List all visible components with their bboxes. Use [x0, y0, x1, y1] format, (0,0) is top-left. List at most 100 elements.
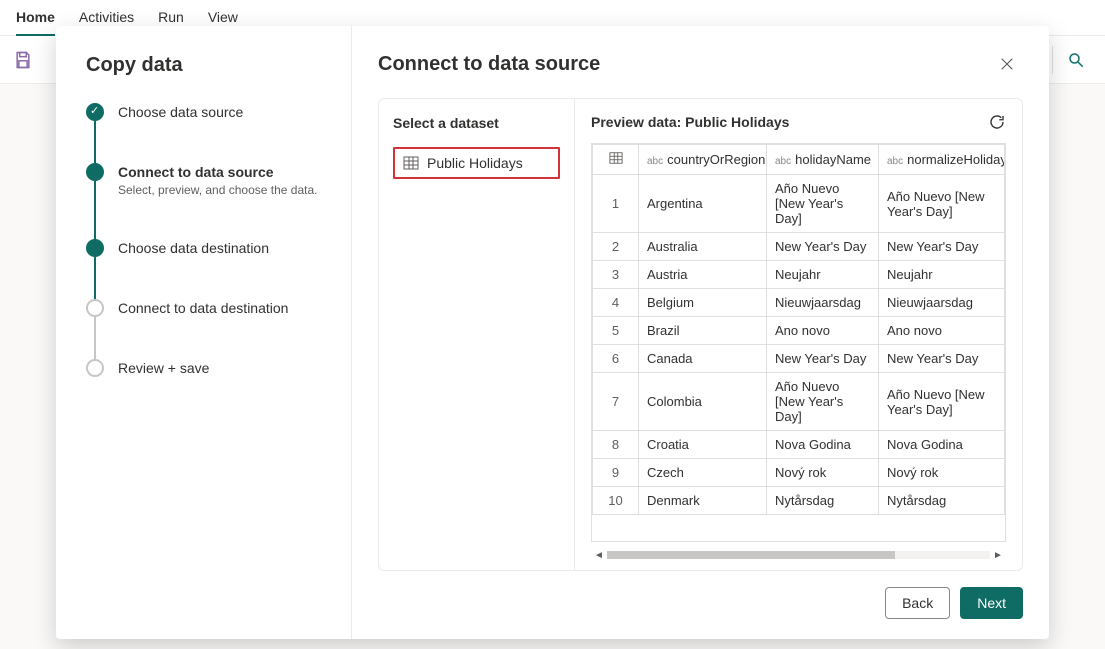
step-label: Review + save — [118, 359, 209, 377]
cell-normalizeHolidayName: Nieuwjaarsdag — [879, 289, 1005, 317]
column-header[interactable]: abc countryOrRegion — [639, 145, 767, 175]
table-row[interactable]: 2AustraliaNew Year's DayNew Year's Day — [593, 233, 1005, 261]
dataset-item-label: Public Holidays — [427, 155, 523, 171]
cell-countryOrRegion: Canada — [639, 345, 767, 373]
copy-data-modal: Copy data Choose data sourceConnect to d… — [56, 26, 1049, 639]
cell-holidayName: Nova Godina — [767, 431, 879, 459]
step-dot-icon — [86, 359, 104, 377]
table-icon — [609, 151, 623, 165]
step-label: Connect to data destination — [118, 299, 288, 317]
back-button[interactable]: Back — [885, 587, 950, 619]
column-header[interactable]: abc normalizeHolidayName — [879, 145, 1005, 175]
column-name: normalizeHolidayName — [907, 152, 1004, 167]
horizontal-scrollbar[interactable]: ◄ ► — [593, 548, 1004, 562]
preview-panel: Preview data: Public Holidays abc country… — [575, 99, 1022, 570]
cell-normalizeHolidayName: New Year's Day — [879, 233, 1005, 261]
dataset-card: Select a dataset Public Holidays Preview… — [378, 98, 1023, 571]
cell-holidayName: Nový rok — [767, 459, 879, 487]
wizard-step[interactable]: Connect to data source Select, preview, a… — [86, 163, 331, 239]
close-button[interactable] — [991, 48, 1023, 80]
cell-countryOrRegion: Austria — [639, 261, 767, 289]
cell-countryOrRegion: Croatia — [639, 431, 767, 459]
search-icon[interactable] — [1067, 51, 1085, 69]
table-row[interactable]: 7ColombiaAño Nuevo [New Year's Day]Año N… — [593, 373, 1005, 431]
wizard-step[interactable]: Review + save — [86, 359, 331, 377]
cell-holidayName: Neujahr — [767, 261, 879, 289]
row-number: 6 — [593, 345, 639, 373]
scroll-right-icon[interactable]: ► — [992, 548, 1004, 562]
cell-countryOrRegion: Belgium — [639, 289, 767, 317]
row-number: 4 — [593, 289, 639, 317]
cell-countryOrRegion: Brazil — [639, 317, 767, 345]
cell-normalizeHolidayName: Año Nuevo [New Year's Day] — [879, 373, 1005, 431]
wizard-step[interactable]: Choose data source — [86, 103, 331, 163]
cell-countryOrRegion: Colombia — [639, 373, 767, 431]
table-row[interactable]: 4BelgiumNieuwjaarsdagNieuwjaarsdag — [593, 289, 1005, 317]
cell-normalizeHolidayName: New Year's Day — [879, 345, 1005, 373]
wizard-step[interactable]: Connect to data destination — [86, 299, 331, 359]
step-dot-icon — [86, 103, 104, 121]
ribbon-tab-home[interactable]: Home — [16, 0, 55, 36]
wizard-step[interactable]: Choose data destination — [86, 239, 331, 299]
cell-holidayName: New Year's Day — [767, 345, 879, 373]
column-name: countryOrRegion — [667, 152, 765, 167]
table-row[interactable]: 3AustriaNeujahrNeujahr — [593, 261, 1005, 289]
cell-countryOrRegion: Czech — [639, 459, 767, 487]
row-number: 7 — [593, 373, 639, 431]
preview-title: Preview data: Public Holidays — [591, 114, 789, 130]
dataset-item[interactable]: Public Holidays — [393, 147, 560, 179]
toolbar-divider — [1052, 46, 1053, 74]
step-dot-icon — [86, 239, 104, 257]
save-icon[interactable] — [12, 49, 34, 71]
wizard-footer: Back Next — [378, 587, 1023, 619]
step-dot-icon — [86, 163, 104, 181]
cell-normalizeHolidayName: Año Nuevo [New Year's Day] — [879, 175, 1005, 233]
cell-holidayName: New Year's Day — [767, 233, 879, 261]
cell-holidayName: Ano novo — [767, 317, 879, 345]
column-name: holidayName — [795, 152, 871, 167]
preview-table: abc countryOrRegion abc holidayName abc norma… — [592, 144, 1005, 515]
step-label: Connect to data source — [118, 163, 317, 181]
step-label: Choose data source — [118, 103, 243, 121]
refresh-icon[interactable] — [988, 113, 1006, 131]
row-number: 8 — [593, 431, 639, 459]
dataset-list-panel: Select a dataset Public Holidays — [379, 99, 575, 570]
scroll-left-icon[interactable]: ◄ — [593, 548, 605, 562]
preview-table-wrap: abc countryOrRegion abc holidayName abc norma… — [591, 143, 1006, 542]
column-type: abc — [887, 156, 903, 167]
column-type: abc — [647, 156, 663, 167]
step-desc: Select, preview, and choose the data. — [118, 183, 317, 197]
table-icon — [403, 155, 419, 171]
cell-holidayName: Año Nuevo [New Year's Day] — [767, 373, 879, 431]
wizard-main-title: Connect to data source — [378, 53, 600, 76]
wizard-main: Connect to data source Select a dataset … — [352, 26, 1049, 639]
table-row[interactable]: 9CzechNový rokNový rok — [593, 459, 1005, 487]
cell-normalizeHolidayName: Nový rok — [879, 459, 1005, 487]
row-number: 2 — [593, 233, 639, 261]
column-header[interactable]: abc holidayName — [767, 145, 879, 175]
cell-normalizeHolidayName: Neujahr — [879, 261, 1005, 289]
row-number: 10 — [593, 487, 639, 515]
cell-countryOrRegion: Australia — [639, 233, 767, 261]
table-corner — [593, 145, 639, 175]
wizard-sidebar: Copy data Choose data sourceConnect to d… — [56, 26, 352, 639]
table-row[interactable]: 8CroatiaNova GodinaNova Godina — [593, 431, 1005, 459]
row-number: 9 — [593, 459, 639, 487]
row-number: 5 — [593, 317, 639, 345]
cell-holidayName: Nieuwjaarsdag — [767, 289, 879, 317]
cell-normalizeHolidayName: Nova Godina — [879, 431, 1005, 459]
column-type: abc — [775, 156, 791, 167]
table-row[interactable]: 10DenmarkNytårsdagNytårsdag — [593, 487, 1005, 515]
cell-holidayName: Año Nuevo [New Year's Day] — [767, 175, 879, 233]
table-row[interactable]: 6CanadaNew Year's DayNew Year's Day — [593, 345, 1005, 373]
cell-countryOrRegion: Denmark — [639, 487, 767, 515]
table-row[interactable]: 5BrazilAno novoAno novo — [593, 317, 1005, 345]
dataset-list-title: Select a dataset — [393, 115, 560, 131]
step-dot-icon — [86, 299, 104, 317]
next-button[interactable]: Next — [960, 587, 1023, 619]
table-row[interactable]: 1ArgentinaAño Nuevo [New Year's Day]Año … — [593, 175, 1005, 233]
row-number: 1 — [593, 175, 639, 233]
cell-holidayName: Nytårsdag — [767, 487, 879, 515]
cell-countryOrRegion: Argentina — [639, 175, 767, 233]
step-label: Choose data destination — [118, 239, 269, 257]
